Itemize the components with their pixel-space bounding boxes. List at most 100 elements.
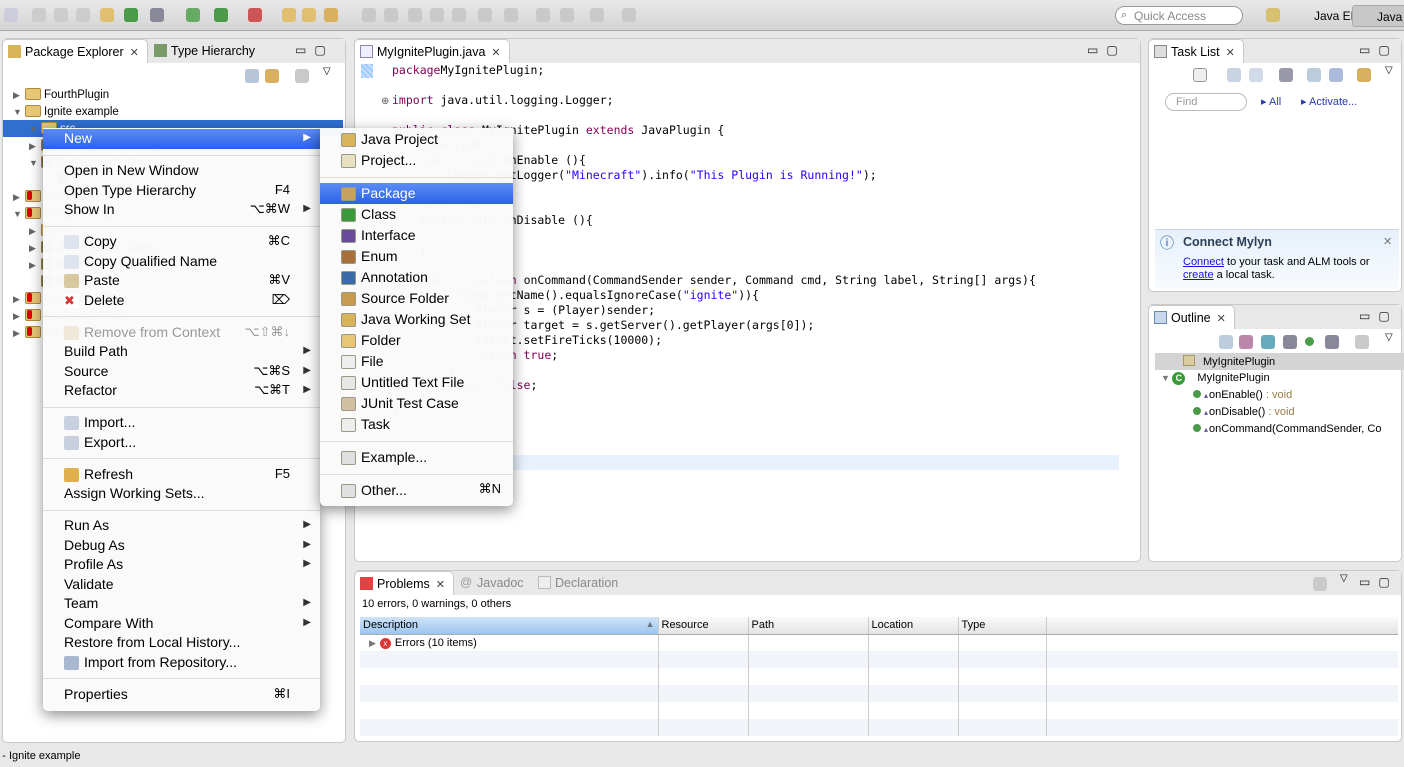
toolbar-button-icon[interactable]: [408, 8, 422, 22]
outline-item[interactable]: ▴onCommand(CommandSender, Co: [1155, 421, 1404, 438]
tree-item[interactable]: ▶ FourthPlugin: [3, 86, 343, 103]
fold-expand-icon[interactable]: ⊕: [381, 96, 389, 107]
menu-item-class[interactable]: Class: [320, 204, 513, 225]
menu-item-debug-as[interactable]: Debug As ▶: [43, 536, 320, 556]
menu-item-project[interactable]: Project...: [320, 150, 513, 171]
menu-item-source-folder[interactable]: Source Folder: [320, 288, 513, 309]
focus-icon[interactable]: [1279, 68, 1293, 82]
menu-item-show-in[interactable]: Show In ⌥⌘W ▶: [43, 200, 320, 220]
focus-icon[interactable]: [1313, 577, 1327, 591]
toolbar-button-icon[interactable]: [452, 8, 466, 22]
menu-item-refactor[interactable]: Refactor ⌥⌘T ▶: [43, 381, 320, 401]
minimize-maximize-buttons[interactable]: ▭▢: [1359, 575, 1398, 589]
toolbar-button-icon[interactable]: [504, 8, 518, 22]
toolbar-button-icon[interactable]: [214, 8, 228, 22]
toolbar-button-icon[interactable]: [362, 8, 376, 22]
column-location[interactable]: Location: [868, 617, 959, 635]
menu-item-run-as[interactable]: Run As ▶: [43, 516, 320, 536]
menu-item-properties[interactable]: Properties ⌘I: [43, 685, 320, 705]
outline-item[interactable]: MyIgnitePlugin: [1155, 353, 1404, 370]
menu-item-assign-working-sets[interactable]: Assign Working Sets...: [43, 484, 320, 504]
hide-static-icon[interactable]: [1283, 335, 1297, 349]
tab-declaration[interactable]: Declaration: [533, 571, 626, 595]
outline-item[interactable]: ▼ C MyIgnitePlugin: [1155, 370, 1404, 387]
synchronize-icon[interactable]: [1357, 68, 1371, 82]
menu-item-import-from-repository[interactable]: Import from Repository...: [43, 653, 320, 673]
collapse-all-icon[interactable]: [1219, 335, 1233, 349]
toolbar-button-icon[interactable]: [430, 8, 444, 22]
toolbar-button-icon[interactable]: [4, 8, 18, 22]
toolbar-button-icon[interactable]: [32, 8, 46, 22]
close-icon[interactable]: ✕: [130, 47, 139, 59]
outline-item[interactable]: ▴onDisable() : void: [1155, 404, 1404, 421]
column-path[interactable]: Path: [748, 617, 869, 635]
tab-task-list[interactable]: Task List ✕: [1148, 39, 1244, 63]
view-menu-icon[interactable]: ▽: [1385, 332, 1393, 343]
collapsed-arrow-icon[interactable]: ▶: [13, 311, 25, 322]
toolbar-button-icon[interactable]: [54, 8, 68, 22]
create-link[interactable]: create: [1183, 269, 1214, 281]
task-find-input[interactable]: Find: [1165, 93, 1247, 111]
toolbar-button-icon[interactable]: [302, 8, 316, 22]
tab-editor-file[interactable]: MyIgnitePlugin.java ✕: [354, 39, 510, 63]
hide-nonpublic-icon[interactable]: [1305, 337, 1314, 346]
collapsed-arrow-icon[interactable]: ▶: [29, 243, 41, 254]
menu-item-import[interactable]: Import...: [43, 413, 320, 433]
toolbar-button-icon[interactable]: [150, 8, 164, 22]
hide-completed-icon[interactable]: [1307, 68, 1321, 82]
focus-icon[interactable]: [295, 69, 309, 83]
menu-item-java-project[interactable]: Java Project: [320, 129, 513, 150]
link-with-editor-icon[interactable]: [265, 69, 279, 83]
close-icon[interactable]: ✕: [1226, 47, 1235, 59]
menu-item-copy-qualified-name[interactable]: Copy Qualified Name: [43, 252, 320, 272]
column-resource[interactable]: Resource: [658, 617, 749, 635]
collapsed-arrow-icon[interactable]: ▶: [13, 90, 25, 101]
minimize-maximize-buttons[interactable]: ▭▢: [1359, 43, 1398, 57]
toolbar-button-icon[interactable]: [124, 8, 138, 22]
menu-item-copy[interactable]: Copy ⌘C: [43, 232, 320, 252]
expanded-arrow-icon[interactable]: ▼: [1161, 373, 1172, 383]
toolbar-button-icon[interactable]: [324, 8, 338, 22]
toolbar-button-icon[interactable]: [282, 8, 296, 22]
focus-icon[interactable]: [1355, 335, 1369, 349]
menu-item-enum[interactable]: Enum: [320, 246, 513, 267]
tab-problems[interactable]: Problems ✕: [354, 571, 455, 595]
new-task-icon[interactable]: [1193, 68, 1207, 82]
menu-item-compare-with[interactable]: Compare With ▶: [43, 614, 320, 634]
toolbar-button-icon[interactable]: [622, 8, 636, 22]
collapsed-arrow-icon[interactable]: ▶: [13, 294, 25, 305]
menu-item-validate[interactable]: Validate: [43, 575, 320, 595]
collapsed-arrow-icon[interactable]: ▶: [13, 328, 25, 339]
expanded-arrow-icon[interactable]: ▼: [13, 107, 25, 117]
menu-item-junit-test-case[interactable]: JUnit Test Case: [320, 393, 513, 414]
quick-access-input[interactable]: ⌕ Quick Access: [1115, 6, 1243, 25]
toolbar-button-icon[interactable]: [536, 8, 550, 22]
toolbar-button-icon[interactable]: [560, 8, 574, 22]
tab-type-hierarchy[interactable]: Type Hierarchy: [149, 39, 263, 63]
collapse-all-icon[interactable]: [1329, 68, 1343, 82]
toolbar-button-icon[interactable]: [384, 8, 398, 22]
menu-item-profile-as[interactable]: Profile As ▶: [43, 555, 320, 575]
menu-item-team[interactable]: Team ▶: [43, 594, 320, 614]
minimize-maximize-buttons[interactable]: ▭▢: [1087, 43, 1126, 57]
menu-item-source[interactable]: Source ⌥⌘S ▶: [43, 362, 320, 382]
tree-item[interactable]: ▼ Ignite example: [3, 103, 343, 120]
view-menu-icon[interactable]: ▽: [1340, 573, 1348, 584]
categorized-icon[interactable]: [1227, 68, 1241, 82]
collapsed-arrow-icon[interactable]: ▶: [29, 226, 41, 237]
column-type[interactable]: Type: [958, 617, 1047, 635]
expanded-arrow-icon[interactable]: ▼: [29, 158, 41, 168]
hide-local-types-icon[interactable]: [1325, 335, 1339, 349]
close-icon[interactable]: ✕: [491, 47, 500, 59]
menu-item-interface[interactable]: Interface: [320, 225, 513, 246]
tab-package-explorer[interactable]: Package Explorer ✕: [2, 39, 148, 63]
outline-item[interactable]: ▴onEnable() : void: [1155, 387, 1404, 404]
activate-link[interactable]: ▸ Activate...: [1301, 95, 1357, 108]
collapsed-arrow-icon[interactable]: ▶: [29, 141, 41, 152]
close-icon[interactable]: ✕: [1217, 313, 1226, 325]
expanded-arrow-icon[interactable]: ▼: [13, 209, 25, 219]
collapsed-arrow-icon[interactable]: ▶: [13, 192, 25, 203]
menu-item-folder[interactable]: Folder: [320, 330, 513, 351]
toolbar-button-icon[interactable]: [248, 8, 262, 22]
collapsed-arrow-icon[interactable]: ▶: [29, 260, 41, 271]
